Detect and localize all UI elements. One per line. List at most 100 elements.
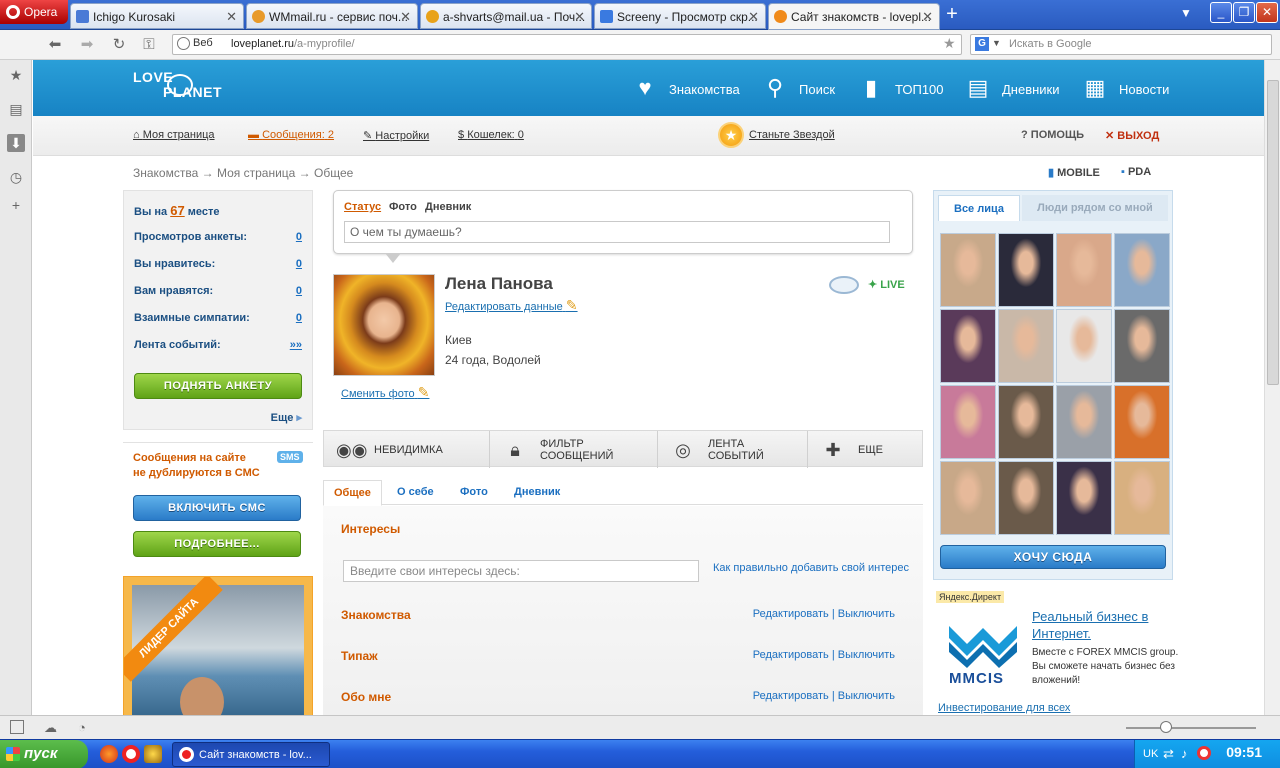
speed-dial-icon[interactable]: ◔ bbox=[78, 720, 86, 735]
forward-icon[interactable]: ➡ bbox=[78, 36, 96, 54]
status-input[interactable]: О чем ты думаешь? bbox=[344, 221, 890, 243]
rating-value[interactable]: 67 bbox=[170, 203, 184, 218]
stat-value-views[interactable]: 0 bbox=[296, 231, 302, 243]
tab-photo[interactable]: Фото bbox=[389, 201, 417, 213]
edit-link[interactable]: Редактировать bbox=[753, 608, 829, 620]
language-indicator[interactable]: UK bbox=[1143, 748, 1158, 760]
vertical-scrollbar[interactable] bbox=[1264, 60, 1280, 715]
more-link[interactable]: Еще ▸ bbox=[271, 411, 302, 424]
bookmarks-star-icon[interactable]: ★ bbox=[7, 66, 25, 84]
panel-toggle-icon[interactable] bbox=[10, 720, 24, 734]
face-photo-4[interactable] bbox=[1114, 233, 1170, 307]
stat-value-you-like[interactable]: 0 bbox=[296, 285, 302, 297]
stat-value-events[interactable]: »» bbox=[290, 339, 302, 351]
disable-link[interactable]: Выключить bbox=[838, 608, 895, 620]
tab-2[interactable]: WMmail.ru - сервис поч... ✕ bbox=[246, 3, 418, 29]
face-photo-6[interactable] bbox=[998, 309, 1054, 383]
bookmark-star-icon[interactable]: ★ bbox=[943, 35, 956, 52]
face-photo-3[interactable] bbox=[1056, 233, 1112, 307]
tab-diary-profile[interactable]: Дневник bbox=[514, 486, 560, 498]
tab-all-faces[interactable]: Все лица bbox=[938, 195, 1020, 221]
edit-profile-link[interactable]: Редактировать данные ✎ bbox=[445, 297, 578, 314]
nav-diaries[interactable]: ▤ Дневники bbox=[964, 74, 1060, 102]
enable-sms-button[interactable]: ВКЛЮЧИТЬ СМС bbox=[133, 495, 301, 521]
face-photo-7[interactable] bbox=[1056, 309, 1112, 383]
tab-status[interactable]: Статус bbox=[344, 201, 381, 213]
site-info-chip[interactable]: Веб bbox=[177, 37, 213, 52]
mobile-link[interactable]: ▮ MOBILE bbox=[1048, 166, 1100, 179]
tab-5-active[interactable]: Сайт знакомств - lovepl... ✕ bbox=[768, 3, 940, 30]
raise-profile-button[interactable]: ПОДНЯТЬ АНКЕТУ bbox=[134, 373, 302, 399]
downloads-icon[interactable]: ⬇ bbox=[7, 134, 25, 152]
more-actions-button[interactable]: ✚ ЕЩЕ bbox=[808, 431, 922, 468]
breadcrumb-my-page[interactable]: Моя страница bbox=[217, 166, 295, 180]
star-badge-icon[interactable]: ★ bbox=[718, 122, 744, 148]
disable-link[interactable]: Выключить bbox=[838, 690, 895, 702]
mmcis-logo[interactable]: MMCIS bbox=[943, 620, 1023, 690]
close-tab-icon[interactable]: ✕ bbox=[226, 9, 237, 25]
close-tab-icon[interactable]: ✕ bbox=[748, 9, 759, 25]
face-photo-8[interactable] bbox=[1114, 309, 1170, 383]
webmoney-icon[interactable] bbox=[144, 745, 162, 763]
new-tab-button[interactable]: + bbox=[940, 4, 964, 26]
turbo-cloud-icon[interactable]: ☁ bbox=[44, 720, 57, 736]
google-icon[interactable]: G bbox=[975, 37, 989, 51]
tab-diary[interactable]: Дневник bbox=[425, 201, 471, 213]
interests-input[interactable]: Введите свои интересы здесь: bbox=[343, 560, 699, 582]
live-badge[interactable]: ✦ LIVE bbox=[868, 278, 905, 291]
scrollbar-thumb[interactable] bbox=[1267, 80, 1279, 385]
close-tab-icon[interactable]: ✕ bbox=[574, 9, 585, 25]
minimize-button[interactable]: _ bbox=[1210, 2, 1232, 23]
tab-4[interactable]: Screeny - Просмотр скр... ✕ bbox=[594, 3, 766, 29]
become-star-link[interactable]: Станьте Звездой bbox=[749, 129, 835, 141]
volume-icon[interactable]: ♪ bbox=[1181, 746, 1188, 761]
tray-opera-icon[interactable] bbox=[1197, 746, 1211, 760]
opera-menu-button[interactable]: Opera bbox=[0, 0, 68, 24]
tab-about[interactable]: О себе bbox=[397, 486, 434, 498]
face-photo-14[interactable] bbox=[998, 461, 1054, 535]
tab-1[interactable]: Ichigo Kurosaki ✕ bbox=[70, 3, 244, 29]
invisible-mode-button[interactable]: ◉◉ НЕВИДИМКА bbox=[324, 431, 490, 468]
search-field[interactable]: G ▼ Искать в Google bbox=[970, 34, 1272, 55]
add-panel-icon[interactable]: + bbox=[7, 196, 25, 214]
maximize-button[interactable]: ❐ bbox=[1233, 2, 1255, 23]
nav-news[interactable]: ▦ Новости bbox=[1081, 74, 1170, 102]
logout-link[interactable]: ✕ ВЫХОД bbox=[1105, 129, 1159, 142]
stat-value-mutual[interactable]: 0 bbox=[296, 312, 302, 324]
settings-link[interactable]: ✎ Настройки bbox=[363, 129, 429, 142]
change-photo-link[interactable]: Сменить фото ✎ bbox=[341, 384, 429, 401]
opera-quicklaunch-icon[interactable] bbox=[122, 745, 140, 763]
close-window-button[interactable]: ✕ bbox=[1256, 2, 1278, 23]
notes-icon[interactable]: ▤ bbox=[7, 100, 25, 118]
nav-search[interactable]: ⚲ Поиск bbox=[761, 74, 835, 102]
face-photo-10[interactable] bbox=[998, 385, 1054, 459]
zoom-slider-knob[interactable] bbox=[1160, 721, 1172, 733]
loveplanet-logo[interactable]: LOVE PLANET bbox=[133, 70, 222, 100]
site-leader-box[interactable]: ЛИДЕР САЙТА bbox=[123, 576, 313, 715]
interests-help-link[interactable]: Как правильно добавить свой интерес bbox=[713, 562, 909, 574]
search-engine-dropdown-icon[interactable]: ▼ bbox=[992, 38, 1001, 48]
network-icon[interactable]: ⇄ bbox=[1163, 746, 1174, 762]
face-photo-15[interactable] bbox=[1056, 461, 1112, 535]
close-tab-icon[interactable]: ✕ bbox=[400, 9, 411, 25]
clock[interactable]: 09:51 bbox=[1226, 744, 1262, 760]
wallet-link[interactable]: $ Кошелек: 0 bbox=[458, 129, 524, 141]
start-button[interactable]: пуск bbox=[0, 740, 88, 768]
tab-photos[interactable]: Фото bbox=[460, 486, 488, 498]
key-icon[interactable]: ⚿ bbox=[140, 36, 158, 54]
face-photo-11[interactable] bbox=[1056, 385, 1112, 459]
face-photo-16[interactable] bbox=[1114, 461, 1170, 535]
face-photo-9[interactable] bbox=[940, 385, 996, 459]
pda-link[interactable]: ▪ PDA bbox=[1121, 166, 1151, 178]
events-feed-button[interactable]: ◎ ЛЕНТА СОБЫТИЙ bbox=[658, 431, 808, 468]
edit-link[interactable]: Редактировать bbox=[753, 649, 829, 661]
breadcrumb-dating[interactable]: Знакомства bbox=[133, 166, 198, 180]
details-button[interactable]: ПОДРОБНЕЕ... bbox=[133, 531, 301, 557]
nav-top100[interactable]: ▮ ТОП100 bbox=[857, 74, 944, 102]
taskbar-window-item[interactable]: Сайт знакомств - lov... bbox=[172, 742, 330, 767]
disable-link[interactable]: Выключить bbox=[838, 649, 895, 661]
want-here-button[interactable]: ХОЧУ СЮДА bbox=[940, 545, 1166, 569]
ad-title-link[interactable]: Реальный бизнес в Интернет. bbox=[1032, 608, 1182, 642]
face-photo-1[interactable] bbox=[940, 233, 996, 307]
face-photo-5[interactable] bbox=[940, 309, 996, 383]
